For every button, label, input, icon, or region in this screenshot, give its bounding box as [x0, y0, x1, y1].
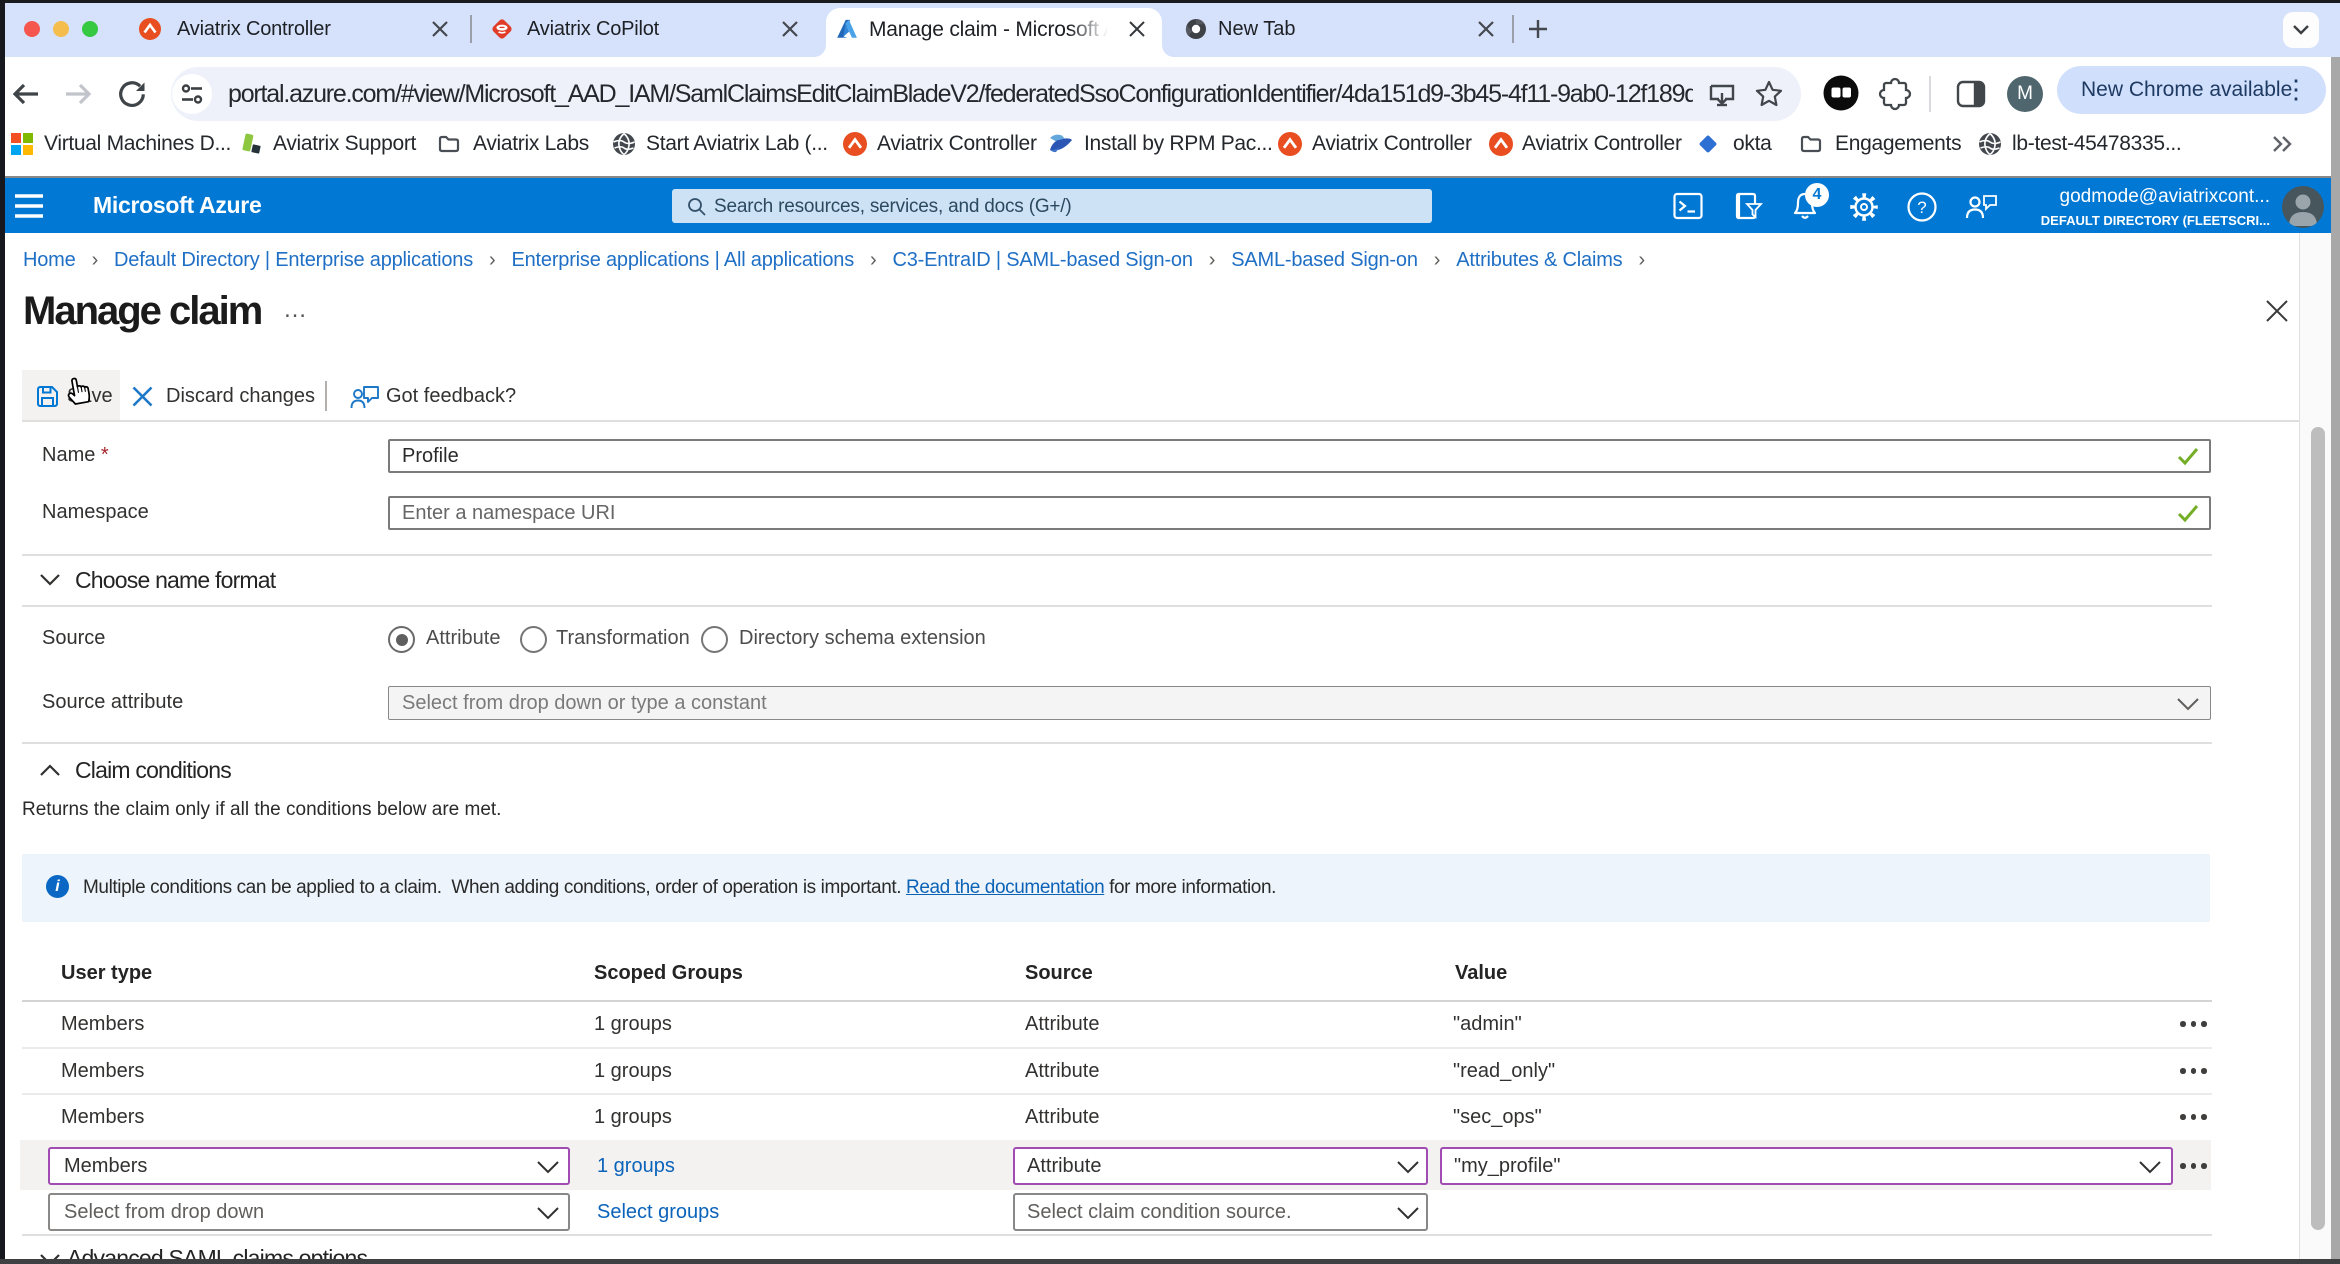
svg-text:?: ? [1917, 198, 1926, 217]
